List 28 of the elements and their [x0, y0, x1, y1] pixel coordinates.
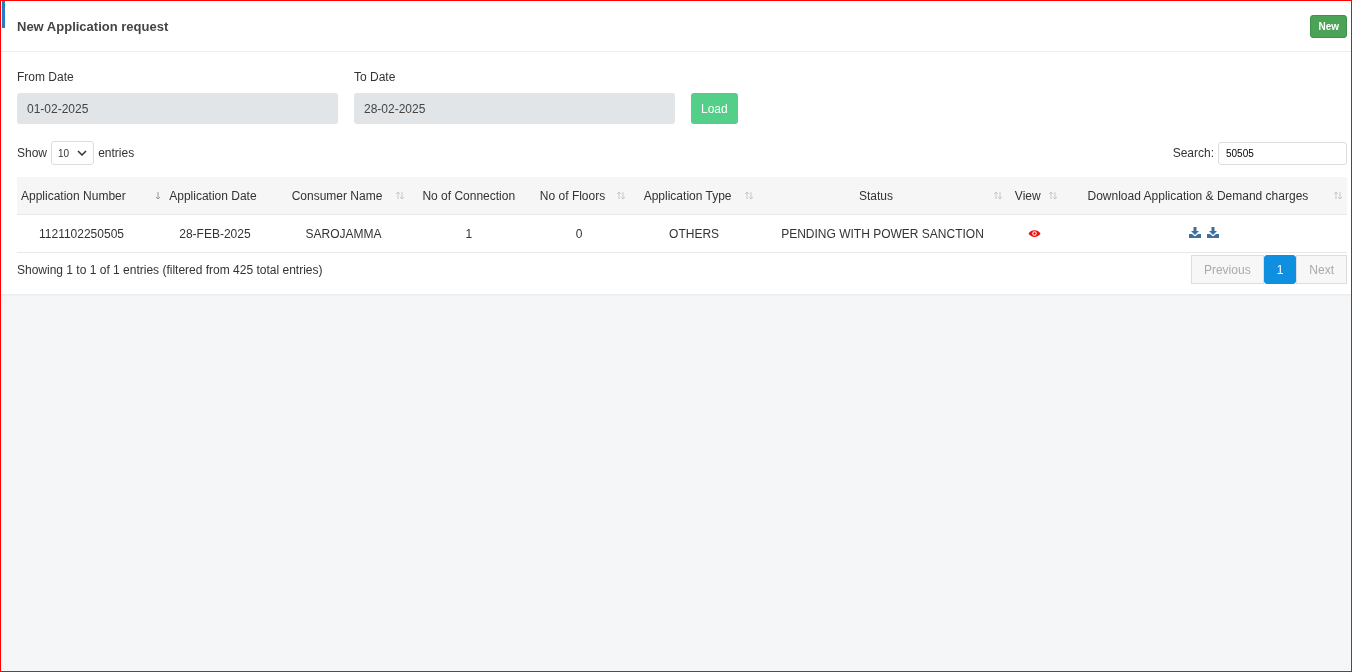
table-cell: 0: [575, 226, 583, 241]
table-cell: SAROJAMMA: [305, 226, 382, 241]
table-cell: 1121102250505: [39, 226, 124, 241]
from-date-field[interactable]: 01-02-2025: [17, 93, 338, 124]
download-icon[interactable]: [1207, 226, 1220, 238]
entries-select[interactable]: 10: [51, 141, 95, 165]
to-date-field[interactable]: 28-02-2025: [354, 93, 675, 124]
entries-label: entries: [98, 146, 135, 160]
table-info: Showing 1 to 1 of 1 entries (filtered from 425 total entries): [17, 262, 323, 277]
sort-icon[interactable]: [395, 191, 406, 200]
sort-icon[interactable]: [615, 191, 626, 200]
table-cell: 1: [465, 226, 473, 241]
sort-icon[interactable]: [744, 191, 755, 200]
sort-icon[interactable]: [1333, 191, 1343, 200]
page-title: New Application request: [17, 18, 169, 34]
table-cell: PENDING WITH POWER SANCTION: [781, 226, 984, 241]
chevron-down-icon: [77, 150, 88, 156]
eye-icon[interactable]: [1027, 228, 1041, 238]
search-field[interactable]: 50505: [1218, 141, 1347, 165]
show-label: Show: [17, 146, 48, 160]
from-date-label: From Date: [17, 70, 75, 84]
search-label: Search:: [1172, 146, 1214, 160]
sort-icon[interactable]: [992, 191, 1003, 200]
table-cell: OTHERS: [669, 226, 720, 241]
download-icon[interactable]: [1189, 226, 1202, 238]
sort-icon[interactable]: [1047, 191, 1058, 200]
table-cell: 28-FEB-2025: [179, 226, 251, 241]
to-date-label: To Date: [354, 70, 397, 84]
